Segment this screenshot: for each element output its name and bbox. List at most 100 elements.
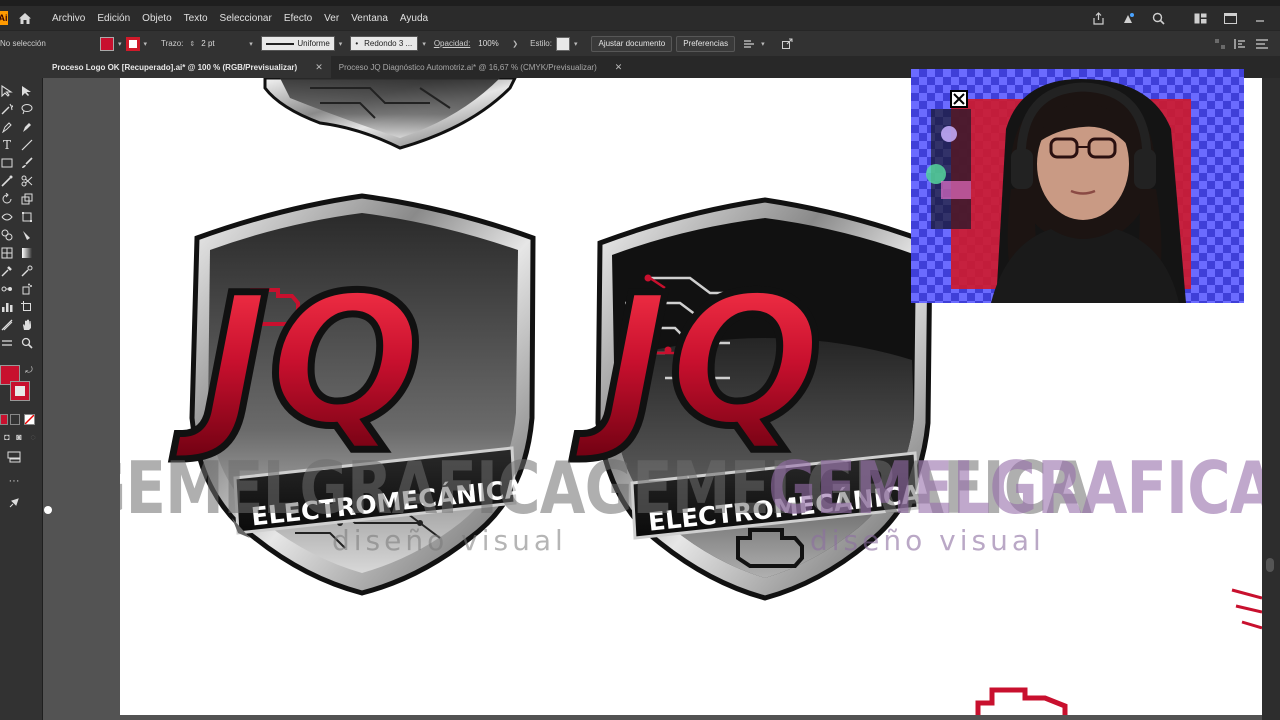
lasso-tool-icon[interactable]: [20, 102, 34, 116]
gradient-mode-icon[interactable]: [10, 414, 20, 425]
stroke-label: Trazo:: [161, 39, 184, 48]
pin-icon[interactable]: [7, 496, 21, 510]
preferences-button[interactable]: Preferencias: [676, 35, 736, 52]
tab-logo-ok-label: Proceso Logo OK [Recuperado].ai* @ 100 %…: [52, 62, 298, 72]
arrange-documents-icon[interactable]: [1222, 10, 1238, 26]
close-icon[interactable]: ✕: [315, 62, 323, 73]
tab-jq-diagnostico[interactable]: Proceso JQ Diagnóstico Automotriz.ai* @ …: [331, 56, 631, 78]
opacity-label[interactable]: Opacidad:: [434, 39, 470, 48]
stroke-profile-field[interactable]: Uniforme: [260, 36, 335, 51]
partial-engine-icon: [975, 687, 1068, 715]
partial-claw-marks: [1231, 588, 1262, 630]
workspace-icon[interactable]: [1192, 10, 1208, 26]
stroke-profile-line-icon: [265, 42, 295, 45]
scale-tool-icon[interactable]: [20, 192, 34, 206]
gradient-tool-icon[interactable]: [20, 246, 34, 260]
close-icon[interactable]: ✕: [615, 62, 623, 73]
rotate-tool-icon[interactable]: [0, 192, 14, 206]
curvature-tool-icon[interactable]: [20, 120, 34, 134]
pen-tool-icon[interactable]: [0, 120, 14, 134]
brush-field[interactable]: • Redondo 3 ...: [350, 36, 419, 51]
mesh-tool-icon[interactable]: [0, 246, 14, 260]
vertical-scrollbar[interactable]: [1262, 78, 1280, 720]
logo-left-jq: JQ: [172, 257, 422, 466]
scroll-thumb[interactable]: [1266, 558, 1274, 572]
stroke-weight-field[interactable]: 2 pt: [197, 36, 245, 51]
eyedropper-tool-icon[interactable]: [0, 264, 14, 278]
stroke-weight-dropdown-icon[interactable]: ▾: [249, 40, 253, 48]
menu-ver[interactable]: Ver: [324, 13, 339, 24]
swap-colors-icon[interactable]: ⤾: [22, 363, 36, 377]
stroke-profile-value: Uniforme: [297, 39, 330, 48]
color-mode-icon[interactable]: [0, 414, 8, 425]
shape-builder-tool-icon[interactable]: [0, 228, 14, 242]
free-transform-tool-icon[interactable]: [20, 210, 34, 224]
stroke-stepper-icon[interactable]: ⇕: [189, 40, 195, 48]
transform-icon[interactable]: [779, 36, 795, 52]
blend-tool-icon[interactable]: [0, 282, 14, 296]
partial-shield-top: [263, 78, 517, 150]
stroke-color-swatch[interactable]: [10, 381, 30, 401]
menu-edicion[interactable]: Edición: [97, 13, 130, 24]
stroke-profile-dropdown-icon[interactable]: ▾: [339, 40, 343, 48]
app-logo: Ai: [0, 11, 8, 25]
style-swatch[interactable]: [555, 36, 570, 51]
line-tool-icon[interactable]: [20, 138, 34, 152]
menu-ventana[interactable]: Ventana: [351, 13, 388, 24]
stroke-dropdown-icon[interactable]: ▾: [144, 40, 148, 48]
isolate-icon[interactable]: [1232, 36, 1248, 52]
type-tool-icon[interactable]: T: [0, 138, 14, 152]
tab-logo-ok[interactable]: Proceso Logo OK [Recuperado].ai* @ 100 %…: [44, 56, 331, 78]
rectangle-tool-icon[interactable]: [0, 156, 14, 170]
align-icon[interactable]: [1212, 36, 1228, 52]
opacity-arrow-icon[interactable]: ❯: [512, 40, 518, 48]
share-icon[interactable]: [1090, 10, 1106, 26]
shaper-tool-icon[interactable]: [0, 174, 14, 188]
minimize-icon[interactable]: [1252, 10, 1268, 26]
measure-tool-icon[interactable]: [20, 264, 34, 278]
opacity-value: 100%: [478, 39, 499, 48]
scissors-tool-icon[interactable]: [20, 174, 34, 188]
watermark-tagline-right: diseño visual: [810, 524, 1045, 557]
arrange-icon[interactable]: [741, 36, 757, 52]
menu-archivo[interactable]: Archivo: [52, 13, 85, 24]
menu-bar: Ai Archivo Edición Objeto Texto Seleccio…: [0, 6, 1280, 30]
fill-dropdown-icon[interactable]: ▾: [118, 40, 122, 48]
menu-ayuda[interactable]: Ayuda: [400, 13, 428, 24]
zoom-tool-icon[interactable]: [20, 336, 34, 350]
fill-swatch[interactable]: [100, 36, 114, 51]
menu-objeto[interactable]: Objeto: [142, 13, 171, 24]
paintbrush-tool-icon[interactable]: [20, 156, 34, 170]
artboard-tool-icon[interactable]: [20, 300, 34, 314]
opacity-field[interactable]: 100%: [474, 36, 512, 51]
menu-efecto[interactable]: Efecto: [284, 13, 312, 24]
width-tool-icon[interactable]: [0, 210, 14, 224]
print-tiling-tool-icon[interactable]: [0, 336, 14, 350]
panel-menu-icon[interactable]: [1254, 36, 1270, 52]
selection-tool-icon[interactable]: [0, 84, 14, 98]
hand-tool-icon[interactable]: [20, 318, 34, 332]
slice-tool-icon[interactable]: [0, 318, 14, 332]
column-graph-tool-icon[interactable]: [0, 300, 14, 314]
draw-inside-icon[interactable]: ◌: [26, 430, 40, 444]
screen-mode-icon[interactable]: [7, 450, 21, 464]
brush-dropdown-icon[interactable]: ▾: [422, 40, 426, 48]
arrange-dropdown-icon[interactable]: ▾: [761, 40, 765, 48]
live-paint-tool-icon[interactable]: [20, 228, 34, 242]
menu-seleccionar[interactable]: Seleccionar: [220, 13, 272, 24]
watermark-tagline-left: diseño visual: [332, 524, 567, 557]
fit-document-button[interactable]: Ajustar documento: [591, 35, 673, 52]
draw-behind-icon[interactable]: ◙: [12, 430, 26, 444]
magic-wand-tool-icon[interactable]: [0, 102, 14, 116]
direct-selection-tool-icon[interactable]: [20, 84, 34, 98]
search-icon[interactable]: [1150, 10, 1166, 26]
style-dropdown-icon[interactable]: ▾: [574, 40, 578, 48]
symbol-sprayer-tool-icon[interactable]: [20, 282, 34, 296]
menu-texto[interactable]: Texto: [184, 13, 208, 24]
none-mode-icon[interactable]: [24, 414, 35, 425]
home-icon[interactable]: [16, 9, 34, 27]
style-label: Estilo:: [530, 39, 552, 48]
discover-icon[interactable]: [1120, 10, 1136, 26]
stroke-swatch[interactable]: [125, 36, 140, 51]
edit-toolbar-icon[interactable]: ···: [7, 474, 21, 488]
